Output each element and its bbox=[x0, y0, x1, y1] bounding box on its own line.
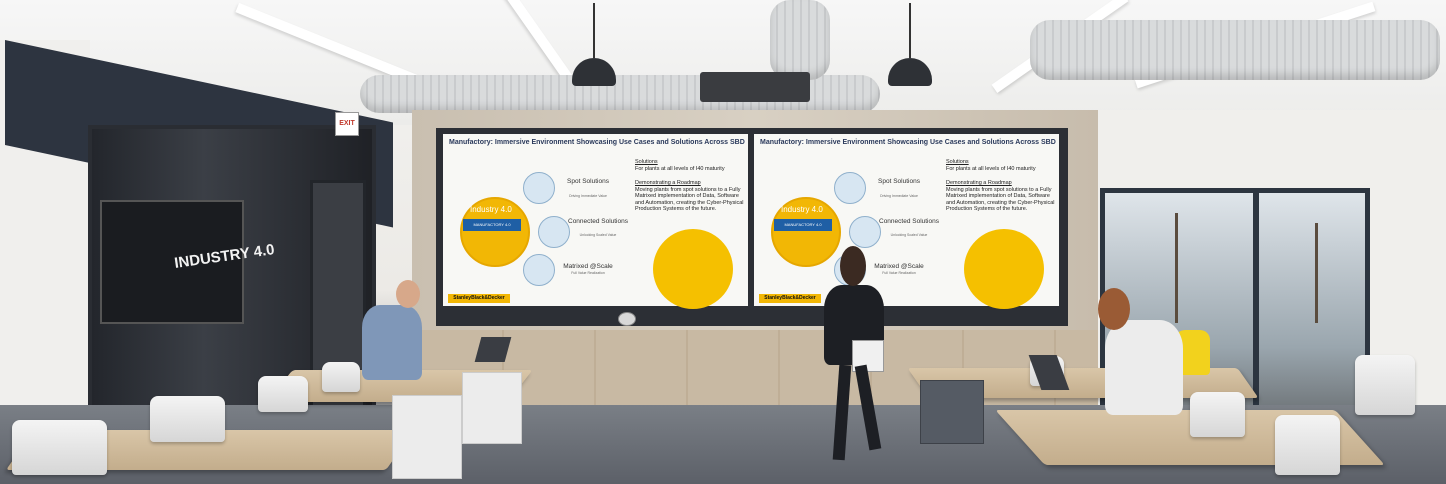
brand-logo: StanleyBlack&Decker bbox=[759, 294, 821, 303]
pendant-lamp-icon bbox=[888, 3, 932, 86]
office-chair bbox=[322, 362, 360, 392]
video-wall-panel-left: Manufactory: Immersive Environment Showc… bbox=[443, 134, 748, 309]
person-head bbox=[396, 280, 420, 308]
step-subtitle: Full Value Realization bbox=[882, 271, 916, 275]
exit-sign: EXIT bbox=[335, 112, 359, 136]
solutions-text: For plants at all levels of I40 maturity bbox=[635, 165, 725, 172]
hub-label: Industry 4.0 bbox=[781, 205, 823, 214]
brand-logo: StanleyBlack&Decker bbox=[448, 294, 510, 303]
step-subtitle: Driving Immediate Value bbox=[569, 194, 607, 198]
step-title: Spot Solutions bbox=[567, 178, 609, 185]
step-subtitle: Unlocking Scaled Value bbox=[579, 233, 617, 237]
seated-man bbox=[362, 305, 422, 380]
person-head bbox=[1098, 288, 1130, 330]
table-modesty-panel bbox=[392, 395, 462, 479]
roadmap-block: Demonstrating a Roadmap Moving plants fr… bbox=[635, 180, 745, 213]
step-subtitle: Full Value Realization bbox=[571, 271, 605, 275]
table-modesty-panel bbox=[462, 372, 522, 444]
tree-icon bbox=[1175, 213, 1178, 323]
slide-title: Manufactory: Immersive Environment Showc… bbox=[760, 139, 1056, 146]
step-title: Matrixed @Scale bbox=[563, 263, 613, 270]
tree-icon bbox=[1315, 223, 1318, 323]
roadmap-text: Moving plants from spot solutions to a F… bbox=[635, 186, 744, 213]
hub-label: Industry 4.0 bbox=[470, 205, 512, 214]
window-mullion bbox=[1253, 193, 1259, 413]
spot-solutions-icon bbox=[834, 172, 866, 204]
solutions-block: Solutions For plants at all levels of I4… bbox=[635, 159, 745, 172]
person-head bbox=[840, 246, 866, 286]
step-title: Connected Solutions bbox=[568, 218, 628, 225]
connected-solutions-icon bbox=[538, 216, 570, 248]
office-chair bbox=[12, 420, 107, 475]
table-modesty-panel bbox=[920, 380, 984, 444]
step-subtitle: Unlocking Scaled Value bbox=[890, 233, 928, 237]
projector bbox=[700, 72, 810, 102]
roadmap-text: Moving plants from spot solutions to a F… bbox=[946, 186, 1055, 213]
air-duct bbox=[1030, 20, 1440, 80]
roadmap-block: Demonstrating a Roadmap Moving plants fr… bbox=[946, 180, 1056, 213]
solutions-block: Solutions For plants at all levels of I4… bbox=[946, 159, 1056, 172]
maturity-rings-graphic bbox=[653, 229, 733, 309]
pendant-lamp-icon bbox=[572, 3, 616, 86]
hub-badge: MANUFACTORY 4.0 bbox=[463, 219, 521, 231]
conference-room-scene: INDUSTRY 4.0 EXIT Manufactory: Immersive… bbox=[0, 0, 1446, 484]
office-chair bbox=[150, 396, 225, 442]
office-chair bbox=[258, 376, 308, 412]
step-subtitle: Driving Immediate Value bbox=[880, 194, 918, 198]
conference-camera-icon bbox=[618, 312, 636, 326]
office-chair bbox=[1355, 355, 1415, 415]
maturity-rings-graphic bbox=[964, 229, 1044, 309]
matrixed-scale-icon bbox=[523, 254, 555, 286]
solutions-text: For plants at all levels of I40 maturity bbox=[946, 165, 1036, 172]
hub-badge: MANUFACTORY 4.0 bbox=[774, 219, 832, 231]
spot-solutions-icon bbox=[523, 172, 555, 204]
step-title: Spot Solutions bbox=[878, 178, 920, 185]
step-title: Matrixed @Scale bbox=[874, 263, 924, 270]
step-title: Connected Solutions bbox=[879, 218, 939, 225]
air-duct bbox=[770, 0, 830, 80]
seated-woman bbox=[1105, 320, 1183, 415]
office-chair bbox=[1275, 415, 1340, 475]
slide-title: Manufactory: Immersive Environment Showc… bbox=[449, 139, 745, 146]
office-chair bbox=[1190, 392, 1245, 437]
connected-solutions-icon bbox=[849, 216, 881, 248]
video-wall-panel-right: Manufactory: Immersive Environment Showc… bbox=[754, 134, 1059, 309]
